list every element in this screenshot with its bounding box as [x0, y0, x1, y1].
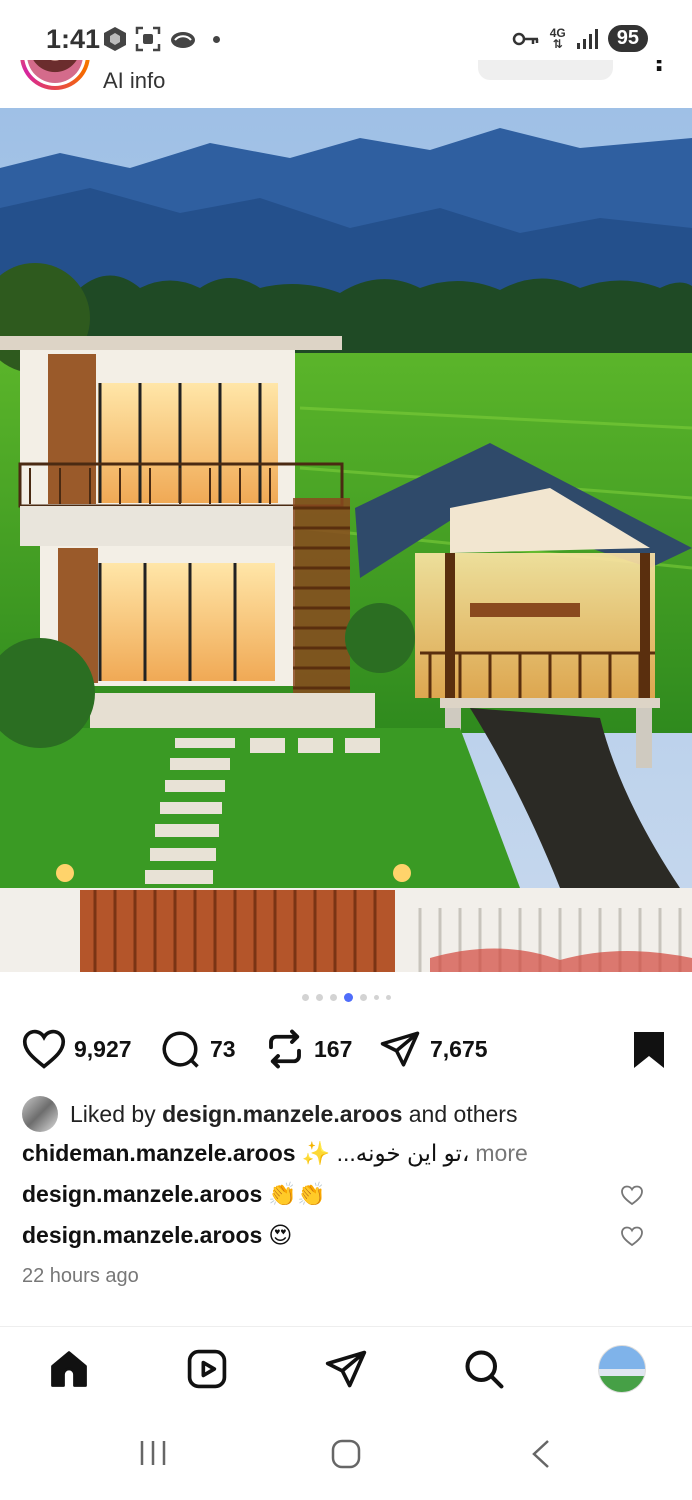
ai-info-label[interactable]: AI info — [103, 68, 165, 94]
comment-count: 73 — [210, 1035, 236, 1062]
nav-messages[interactable] — [324, 1347, 368, 1396]
repost-count: 167 — [314, 1035, 353, 1062]
reels-icon[interactable] — [185, 1347, 229, 1391]
nav-home[interactable] — [47, 1347, 91, 1396]
post-actions: 9,927 73 167 7,675 — [22, 1028, 672, 1074]
house-photo — [0, 108, 692, 972]
bookmark-icon[interactable] — [632, 1030, 666, 1070]
share-action[interactable]: 7,675 — [378, 1028, 488, 1070]
screenshot-icon — [135, 26, 161, 52]
bottom-navigation — [0, 1326, 692, 1416]
liker-avatar — [22, 1096, 58, 1132]
home-icon[interactable] — [47, 1347, 91, 1391]
carousel-dot — [373, 995, 379, 1000]
caption-user[interactable]: chideman.manzele.aroos — [22, 1140, 296, 1167]
share-count: 7,675 — [430, 1035, 488, 1062]
recent-apps-button[interactable] — [138, 1438, 168, 1473]
dot-icon — [213, 35, 220, 43]
carousel-dot-active — [343, 993, 353, 1002]
comment-icon[interactable] — [158, 1028, 202, 1070]
liked-by-prefix: Liked by — [70, 1100, 156, 1127]
cloud-icon — [171, 32, 195, 48]
carousel-dot — [385, 995, 391, 1000]
post-image[interactable] — [0, 108, 692, 972]
nav-profile[interactable] — [598, 1345, 646, 1393]
status-left-icons — [103, 26, 220, 52]
comment-user[interactable]: design.manzele.aroos — [22, 1222, 262, 1249]
vpn-key-icon — [512, 32, 538, 45]
liked-by-suffix: and others — [408, 1100, 518, 1127]
liked-by-user[interactable]: design.manzele.aroos — [162, 1101, 402, 1127]
home-system-button[interactable] — [330, 1438, 362, 1475]
repost-action[interactable]: 167 — [264, 1028, 352, 1070]
send-icon[interactable] — [378, 1028, 422, 1070]
nav-reels[interactable] — [185, 1347, 229, 1396]
comment-user[interactable]: design.manzele.aroos — [22, 1181, 262, 1208]
signal-icon — [576, 28, 598, 49]
comment-item: design.manzele.aroos 😍 — [22, 1222, 672, 1249]
hexagon-app-icon — [104, 27, 126, 51]
repost-icon[interactable] — [264, 1028, 306, 1070]
nav-search[interactable] — [462, 1347, 506, 1396]
caption-more-link[interactable]: more — [475, 1140, 527, 1167]
comment-text: 👏👏 — [268, 1181, 326, 1207]
carousel-dot — [329, 994, 337, 1001]
caption[interactable]: chideman.manzele.aroos ✨ ...تو این خونه،… — [22, 1140, 672, 1167]
back-chevron-icon[interactable] — [528, 1438, 554, 1470]
search-icon[interactable] — [462, 1347, 506, 1391]
comment-text: 😍 — [268, 1222, 293, 1248]
carousel-dot — [315, 994, 323, 1001]
system-navigation — [0, 1416, 692, 1500]
status-bar: 1:41 4G ⇅ 95 — [0, 0, 692, 60]
carousel-indicator — [0, 993, 692, 1002]
comment-like-icon[interactable] — [620, 1184, 644, 1206]
status-right-icons: 4G ⇅ 95 — [512, 25, 648, 52]
status-time: 1:41 — [46, 24, 101, 54]
profile-avatar[interactable] — [598, 1345, 646, 1393]
likes-summary[interactable]: Liked by design.manzele.aroos and others — [22, 1096, 517, 1132]
back-button[interactable] — [528, 1438, 554, 1475]
caption-text: ✨ ...تو این خونه، — [301, 1140, 470, 1166]
post-timestamp: 22 hours ago — [22, 1265, 139, 1287]
save-button[interactable] — [632, 1030, 666, 1075]
like-count: 9,927 — [74, 1035, 132, 1062]
comment-like-icon[interactable] — [620, 1225, 644, 1247]
home-circle-icon[interactable] — [330, 1438, 362, 1470]
send-icon[interactable] — [324, 1347, 368, 1391]
battery-level: 95 — [607, 25, 648, 52]
heart-icon[interactable] — [22, 1028, 66, 1070]
carousel-dot — [301, 994, 309, 1001]
comment-action[interactable]: 73 — [158, 1028, 236, 1070]
like-action[interactable]: 9,927 — [22, 1028, 132, 1070]
recent-apps-icon[interactable] — [138, 1438, 168, 1468]
carousel-dot — [359, 994, 367, 1001]
comment-item: design.manzele.aroos 👏👏 — [22, 1181, 672, 1208]
4g-icon: 4G ⇅ — [549, 25, 566, 51]
